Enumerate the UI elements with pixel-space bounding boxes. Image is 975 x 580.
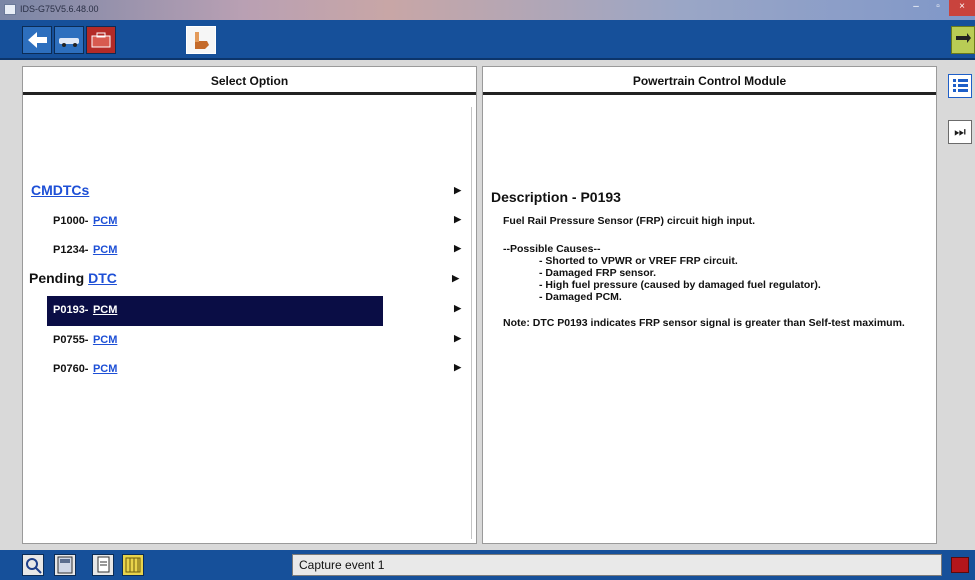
description-summary: Fuel Rail Pressure Sensor (FRP) circuit … bbox=[503, 215, 756, 227]
window-title: IDS-G75V5.6.48.00 bbox=[20, 4, 99, 14]
cause-item: - Damaged FRP sensor. bbox=[539, 267, 657, 279]
minimize-button[interactable]: – bbox=[905, 0, 927, 16]
side-toolbar: ⏭ bbox=[944, 66, 975, 544]
grid-button[interactable] bbox=[122, 554, 144, 576]
right-pane-header: Powertrain Control Module bbox=[483, 67, 936, 95]
tree-category-cmdtcs[interactable]: CMDTCs ▶ bbox=[31, 182, 461, 202]
tree-item-selected[interactable]: P0193- PCM ▶ bbox=[47, 296, 461, 326]
module-detail-pane: Powertrain Control Module Description - … bbox=[482, 66, 937, 544]
hand-pointer-icon bbox=[195, 32, 209, 49]
close-button[interactable]: × bbox=[949, 0, 975, 16]
expand-arrow-icon: ▶ bbox=[454, 362, 461, 372]
cause-item: - Damaged PCM. bbox=[539, 291, 622, 303]
calculator-button[interactable] bbox=[54, 554, 76, 576]
expand-arrow-icon: ▶ bbox=[454, 243, 461, 253]
skip-forward-icon: ⏭ bbox=[954, 124, 966, 139]
description-note: Note: DTC P0193 indicates FRP sensor sig… bbox=[503, 317, 905, 329]
status-message: Capture event 1 bbox=[292, 554, 942, 576]
cause-item: - High fuel pressure (caused by damaged … bbox=[539, 279, 821, 291]
toolbox-icon bbox=[91, 32, 111, 48]
tree-item[interactable]: P0755- PCM ▶ bbox=[53, 330, 461, 350]
maximize-button[interactable]: ▫ bbox=[927, 0, 949, 16]
tree-item[interactable]: P0760- PCM ▶ bbox=[53, 359, 461, 379]
list-icon bbox=[953, 79, 968, 92]
grid-icon bbox=[125, 557, 141, 573]
description-title: Description - P0193 bbox=[491, 189, 621, 205]
connection-button[interactable] bbox=[951, 26, 975, 54]
back-arrow-icon bbox=[28, 32, 47, 48]
document-icon bbox=[97, 556, 110, 573]
select-option-pane: Select Option CMDTCs ▶ P1000- PCM ▶ P123… bbox=[22, 66, 477, 544]
list-view-button[interactable] bbox=[948, 74, 972, 98]
vehicle-icon bbox=[59, 38, 79, 47]
cause-item: - Shorted to VPWR or VREF FRP circuit. bbox=[539, 255, 738, 267]
tree-item[interactable]: P1234- PCM ▶ bbox=[53, 240, 461, 260]
toolbox-button[interactable] bbox=[86, 26, 116, 54]
expand-arrow-icon: ▶ bbox=[454, 333, 461, 343]
status-bar: Capture event 1 bbox=[0, 550, 975, 580]
title-bar: IDS-G75V5.6.48.00 – ▫ × bbox=[0, 0, 975, 20]
app-icon bbox=[4, 4, 16, 15]
window-controls: – ▫ × bbox=[905, 0, 975, 20]
tree-category-pending-dtc[interactable]: Pending DTC ▶ bbox=[29, 270, 459, 290]
skip-forward-button[interactable]: ⏭ bbox=[948, 120, 972, 144]
dtc-description: Description - P0193 Fuel Rail Pressure S… bbox=[491, 189, 921, 329]
vehicle-button[interactable] bbox=[54, 26, 84, 54]
battery-icon bbox=[951, 557, 969, 573]
expand-arrow-icon: ▶ bbox=[452, 273, 459, 283]
search-icon bbox=[26, 558, 42, 574]
calculator-icon bbox=[57, 556, 73, 574]
left-pane-header: Select Option bbox=[23, 67, 476, 95]
expand-arrow-icon: ▶ bbox=[454, 185, 461, 195]
search-button[interactable] bbox=[22, 554, 44, 576]
top-toolbar bbox=[0, 20, 975, 60]
expand-arrow-icon: ▶ bbox=[454, 214, 461, 224]
tree-item[interactable]: P1000- PCM ▶ bbox=[53, 211, 461, 231]
causes-header: --Possible Causes-- bbox=[503, 243, 601, 255]
back-button[interactable] bbox=[22, 26, 52, 54]
expand-arrow-icon: ▶ bbox=[454, 303, 461, 313]
document-button[interactable] bbox=[92, 554, 114, 576]
connection-icon bbox=[956, 33, 971, 43]
manual-test-button[interactable] bbox=[186, 26, 216, 54]
left-pane-scrollbar[interactable] bbox=[471, 107, 476, 539]
